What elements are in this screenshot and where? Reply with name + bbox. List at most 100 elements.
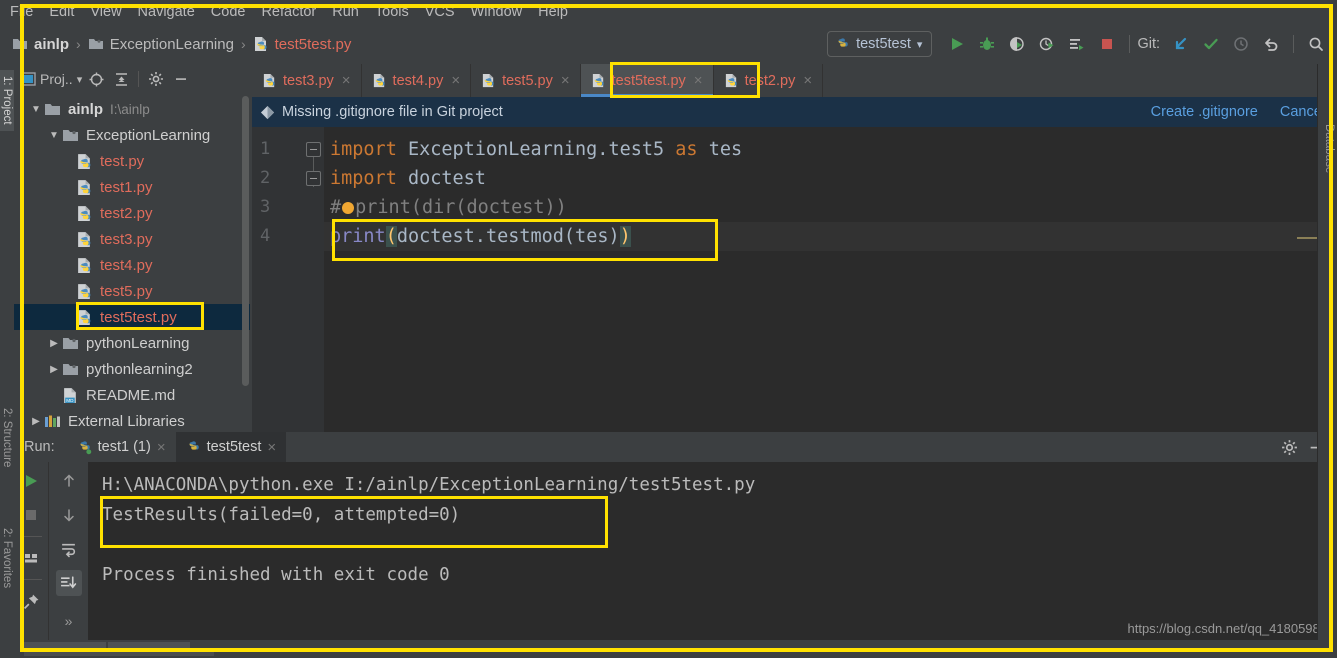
git-history-icon[interactable] <box>1228 31 1254 57</box>
tree-item-test2-py[interactable]: test2.py <box>14 200 250 226</box>
editor-gutter[interactable]: 1 2 3 4 <box>252 127 324 432</box>
scroll-to-end-button[interactable] <box>55 570 82 596</box>
editor-tab-bar: test3.py × test4.py × test5.py × test5te… <box>252 64 1337 97</box>
run-console-output[interactable]: H:\ANACONDA\python.exe I:/ainlp/Exceptio… <box>88 462 1337 642</box>
menu-item-code[interactable]: Code <box>203 2 254 22</box>
breadcrumb-file[interactable]: test5test.py <box>253 36 351 53</box>
project-tree-scrollbar[interactable] <box>242 96 249 386</box>
tree-item-test-py[interactable]: test.py <box>14 148 250 174</box>
editor-tab-test3[interactable]: test3.py × <box>252 64 362 97</box>
git-commit-icon[interactable] <box>1198 31 1224 57</box>
tree-item-test5test-py[interactable]: test5test.py <box>14 304 250 330</box>
module-folder-icon <box>88 37 104 51</box>
python-file-icon <box>372 73 387 88</box>
module-folder-icon <box>62 128 79 143</box>
fold-marker-icon[interactable] <box>306 142 321 157</box>
breadcrumb-project[interactable]: ainlp <box>12 36 69 53</box>
tree-item-pythonlearning[interactable]: ▶ pythonLearning <box>14 330 250 356</box>
tree-item-pythonlearning2[interactable]: ▶ pythonlearning2 <box>14 356 250 382</box>
token-keyword-as: as <box>675 139 698 160</box>
layout-button[interactable] <box>18 545 44 571</box>
run-tab-label: test1 (1) <box>97 439 151 455</box>
chevron-down-icon[interactable]: ▼ <box>28 104 44 115</box>
tree-item-label: test5test.py <box>100 308 177 326</box>
gear-icon[interactable] <box>145 68 167 90</box>
menu-item-file[interactable]: File <box>2 2 41 22</box>
editor-tab-test5test[interactable]: test5test.py × <box>580 64 714 97</box>
soft-wrap-button[interactable] <box>56 536 82 562</box>
git-revert-icon[interactable] <box>1258 31 1284 57</box>
chevron-right-icon[interactable]: ▶ <box>46 338 62 349</box>
close-icon[interactable]: × <box>803 72 812 89</box>
chevron-right-icon[interactable]: ▶ <box>46 364 62 375</box>
run-button[interactable] <box>944 31 970 57</box>
tree-item-exceptionlearning[interactable]: ▼ ExceptionLearning <box>14 122 250 148</box>
rerun-button[interactable] <box>18 468 44 494</box>
git-label: Git: <box>1137 36 1160 52</box>
run-tests-button[interactable] <box>1064 31 1090 57</box>
tree-item-test1-py[interactable]: test1.py <box>14 174 250 200</box>
down-arrow-button[interactable] <box>56 502 82 528</box>
menu-item-vcs[interactable]: VCS <box>417 2 463 22</box>
project-tree[interactable]: ▼ ainlp I:\ainlp ▼ ExceptionLearning tes… <box>14 94 250 432</box>
chevron-right-icon[interactable]: ▶ <box>28 416 44 427</box>
tool-tab-database[interactable]: Database <box>1323 124 1335 173</box>
code-editor[interactable]: 1 2 3 4 import ExceptionLearning.test5 a… <box>252 127 1337 432</box>
python-file-icon <box>724 73 739 88</box>
close-icon[interactable]: × <box>451 72 460 89</box>
intention-bulb-icon[interactable] <box>342 202 355 214</box>
tree-item-readme-md[interactable]: MD README.md <box>14 382 250 408</box>
tree-item-test3-py[interactable]: test3.py <box>14 226 250 252</box>
menu-item-navigate[interactable]: Navigate <box>130 2 203 22</box>
profile-button[interactable] <box>1034 31 1060 57</box>
up-arrow-button[interactable] <box>56 468 82 494</box>
editor-tab-test2[interactable]: test2.py × <box>714 64 824 97</box>
tree-item-external-libraries[interactable]: ▶ External Libraries <box>14 408 250 432</box>
editor-tab-test5[interactable]: test5.py × <box>471 64 581 97</box>
close-icon[interactable]: × <box>561 72 570 89</box>
run-tab-test5test[interactable]: test5test × <box>175 432 287 462</box>
tree-item-ainlp[interactable]: ▼ ainlp I:\ainlp <box>14 96 250 122</box>
search-icon[interactable] <box>1303 31 1329 57</box>
editor-tab-test4[interactable]: test4.py × <box>362 64 472 97</box>
menu-item-help[interactable]: Help <box>530 2 576 22</box>
editor-text-area[interactable]: import ExceptionLearning.test5 as tes im… <box>324 127 1337 432</box>
run-configuration-selector[interactable]: test5test ▾ <box>827 31 933 57</box>
pin-button[interactable] <box>18 588 44 614</box>
close-icon[interactable]: × <box>157 439 166 456</box>
stop-button[interactable] <box>1094 31 1120 57</box>
overflow-button[interactable]: » <box>56 608 82 634</box>
menu-item-view[interactable]: View <box>82 2 129 22</box>
chevron-down-icon[interactable]: ▾ <box>917 38 923 51</box>
chevron-down-icon[interactable]: ▼ <box>46 130 62 141</box>
collapse-all-icon[interactable] <box>110 68 132 90</box>
debug-button[interactable] <box>974 31 1000 57</box>
project-panel-title[interactable]: Proj.. ▾ <box>20 71 82 87</box>
close-icon[interactable]: × <box>342 72 351 89</box>
run-with-coverage-button[interactable] <box>1004 31 1030 57</box>
run-tab-test1[interactable]: test1 (1) × <box>67 432 176 462</box>
menu-bar: File Edit View Navigate Code Refactor Ru… <box>0 0 1337 24</box>
menu-item-refactor[interactable]: Refactor <box>253 2 324 22</box>
menu-item-tools[interactable]: Tools <box>367 2 417 22</box>
tree-item-test5-py[interactable]: test5.py <box>14 278 250 304</box>
chevron-down-icon[interactable]: ▾ <box>77 73 83 86</box>
stop-button[interactable] <box>18 502 44 528</box>
gear-icon[interactable] <box>1281 439 1298 456</box>
console-line: H:\ANACONDA\python.exe I:/ainlp/Exceptio… <box>102 475 756 495</box>
close-icon[interactable]: × <box>267 439 276 456</box>
menu-item-edit[interactable]: Edit <box>41 2 82 22</box>
panel-divider <box>138 71 140 87</box>
close-icon[interactable]: × <box>694 72 703 89</box>
menu-item-window[interactable]: Window <box>463 2 531 22</box>
tree-item-test4-py[interactable]: test4.py <box>14 252 250 278</box>
git-update-icon[interactable] <box>1168 31 1194 57</box>
locate-icon[interactable] <box>85 68 107 90</box>
minimize-icon[interactable] <box>170 68 192 90</box>
fold-column[interactable] <box>302 135 324 440</box>
menu-item-run[interactable]: Run <box>324 2 367 22</box>
fold-marker-icon[interactable] <box>306 171 321 186</box>
python-file-icon <box>76 179 93 196</box>
create-gitignore-link[interactable]: Create .gitignore <box>1151 104 1258 120</box>
breadcrumb-folder[interactable]: ExceptionLearning <box>88 36 234 53</box>
